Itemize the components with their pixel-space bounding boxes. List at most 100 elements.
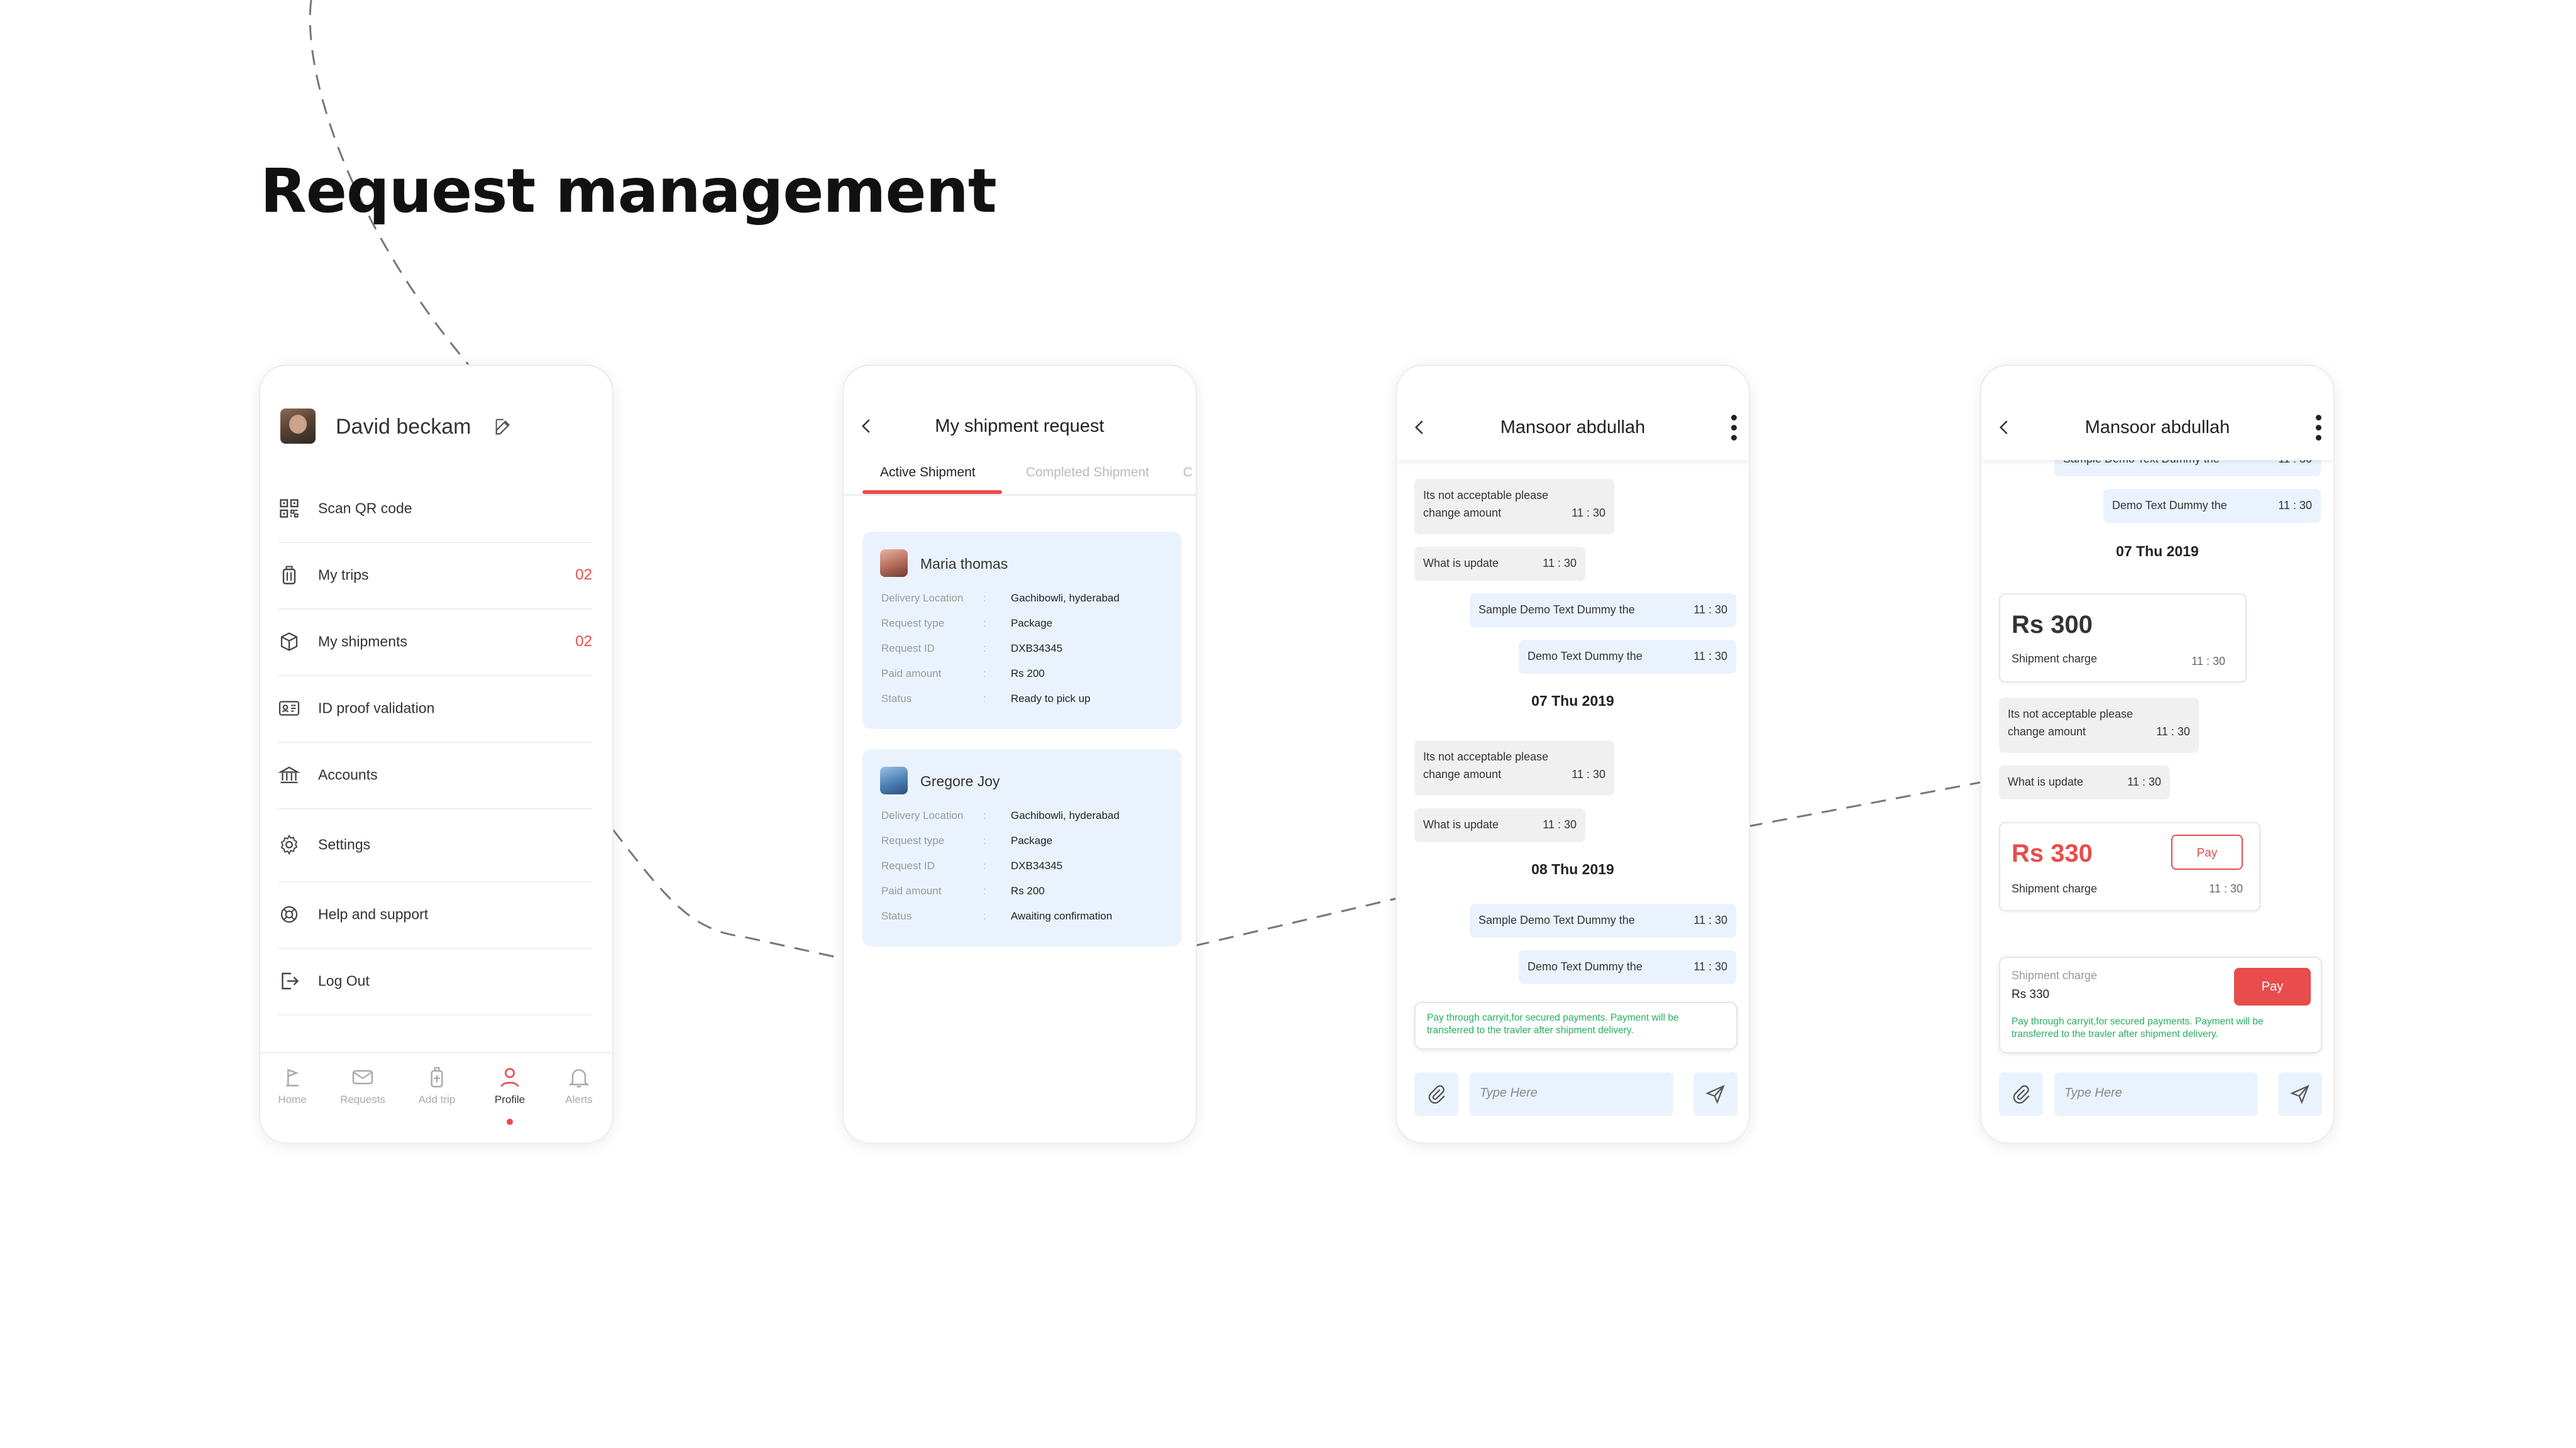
message-time: 11 : 30: [2209, 882, 2243, 895]
nav-add-trip[interactable]: Add trip: [409, 1065, 465, 1106]
menu-label: Help and support: [318, 906, 429, 923]
avatar[interactable]: [280, 409, 316, 444]
menu-item-my-shipments[interactable]: My shipments 02: [278, 608, 592, 676]
profile-screen: David beckam Scan QR code My trips 02 My…: [259, 365, 614, 1144]
more-options-icon[interactable]: [1731, 415, 1737, 442]
date-separator: 07 Thu 2019: [2116, 543, 2199, 559]
menu-item-help[interactable]: Help and support: [278, 881, 592, 949]
gear-icon: [280, 834, 298, 855]
chat-payment-screen: Mansoor abdullah Sample Demo Text Dummy …: [1980, 365, 2335, 1144]
message-input-row: Type Here: [1981, 1072, 2333, 1116]
more-options-icon[interactable]: [2316, 415, 2322, 442]
send-button[interactable]: [2278, 1072, 2322, 1116]
message-bubble-outgoing: Demo Text Dummy the 11 : 30: [1519, 950, 1736, 984]
paperclip-icon: [1428, 1085, 1445, 1104]
pay-button-outline[interactable]: Pay: [2171, 835, 2243, 870]
message-bubble-outgoing: Sample Demo Text Dummy the 11 : 30: [1470, 593, 1736, 627]
shipment-charge-card: Rs 300 Shipment charge 11 : 30: [1999, 593, 2247, 683]
send-button[interactable]: [1693, 1072, 1737, 1116]
menu-item-scan-qr[interactable]: Scan QR code: [278, 475, 592, 543]
date-separator: 07 Thu 2019: [1531, 693, 1614, 709]
menu-label: ID proof validation: [318, 699, 435, 716]
nav-home[interactable]: Home: [264, 1065, 321, 1106]
paperclip-icon: [2013, 1085, 2030, 1104]
message-input[interactable]: Type Here: [2054, 1072, 2258, 1116]
nav-label: Alerts: [565, 1094, 593, 1105]
home-icon: [286, 1068, 299, 1087]
page-title: Request management: [260, 156, 997, 226]
message-input[interactable]: Type Here: [1470, 1072, 1673, 1116]
date-separator: 08 Thu 2019: [1531, 861, 1614, 877]
charge-amount: Rs 330: [2012, 840, 2093, 867]
menu-item-my-trips[interactable]: My trips 02: [278, 542, 592, 610]
chat-header: Mansoor abdullah: [1397, 366, 1749, 460]
pay-bar-amount: Rs 330: [2012, 988, 2050, 1001]
trip-count-badge: 02: [575, 566, 592, 583]
message-time: 11 : 30: [2191, 655, 2225, 667]
bank-icon: [278, 766, 300, 784]
shipment-count-badge: 02: [575, 633, 592, 650]
chat-contact-name: Mansoor abdullah: [1500, 417, 1646, 437]
nav-label: Home: [278, 1094, 307, 1105]
qr-code-icon: [280, 499, 299, 518]
payment-info-note: Pay through carryit,for secured payments…: [1414, 1002, 1737, 1050]
shipments-screen: My shipment request Active Shipment Comp…: [842, 365, 1197, 1144]
pay-bar-label: Shipment charge: [2012, 969, 2098, 982]
menu-item-settings[interactable]: Settings: [278, 808, 592, 882]
charge-label: Shipment charge: [2012, 652, 2098, 665]
send-icon: [2290, 1085, 2309, 1104]
edit-icon[interactable]: [493, 416, 514, 437]
shipment-tabs: Active Shipment Completed Shipment C: [844, 454, 1196, 496]
menu-item-logout[interactable]: Log Out: [278, 948, 592, 1016]
attach-button[interactable]: [1414, 1072, 1458, 1116]
message-bubble-outgoing: Demo Text Dummy the 11 : 30: [1519, 640, 1736, 674]
charge-label: Shipment charge: [2012, 882, 2098, 895]
message-bubble-incoming: Its not acceptable please change amount …: [1414, 740, 1614, 796]
nav-label: Requests: [340, 1094, 385, 1105]
menu-item-accounts[interactable]: Accounts: [278, 742, 592, 809]
message-bubble-outgoing: Demo Text Dummy the 11 : 30: [2103, 489, 2321, 523]
menu-label: Log Out: [318, 972, 370, 989]
nav-label: Add trip: [418, 1094, 456, 1105]
pay-button[interactable]: Pay: [2234, 968, 2311, 1006]
message-bubble-incoming: Its not acceptable please change amount …: [1414, 479, 1614, 534]
menu-item-id-proof[interactable]: ID proof validation: [278, 675, 592, 743]
nav-profile[interactable]: Profile: [482, 1065, 538, 1125]
message-bubble-incoming: What is update 11 : 30: [1999, 765, 2170, 799]
menu-label: My trips: [318, 566, 369, 583]
nav-requests[interactable]: Requests: [334, 1065, 391, 1106]
requests-icon: [352, 1070, 373, 1085]
shipment-card[interactable]: Maria thomas Delivery Location: Gachibowl…: [862, 532, 1182, 729]
attach-button[interactable]: [1999, 1072, 2043, 1116]
logout-icon: [282, 972, 299, 990]
counter-offer-card: Rs 330 Pay Shipment charge 11 : 30: [1999, 822, 2260, 911]
active-indicator: [507, 1119, 513, 1125]
profile-name: David beckam: [336, 415, 471, 439]
send-icon: [1705, 1085, 1725, 1104]
message-bubble-incoming: What is update 11 : 30: [1414, 808, 1585, 842]
luggage-icon: [282, 566, 296, 584]
message-input-row: Type Here: [1397, 1072, 1749, 1116]
sender-name: Maria thomas: [920, 556, 1008, 572]
avatar: [880, 549, 908, 577]
message-bubble-incoming: Its not acceptable please change amount …: [1999, 698, 2199, 753]
screen-title: My shipment request: [935, 416, 1104, 436]
message-bubble-outgoing: Sample Demo Text Dummy the 11 : 30: [1470, 904, 1736, 938]
payment-bar: Shipment charge Rs 330 Pay Pay through c…: [1999, 957, 2322, 1053]
menu-label: Scan QR code: [318, 500, 412, 517]
tab-cancelled-shipment[interactable]: C: [1183, 465, 1192, 480]
payment-info-note: Pay through carryit,for secured payments…: [2012, 1016, 2264, 1039]
nav-label: Profile: [494, 1094, 526, 1105]
tab-active-shipment[interactable]: Active Shipment: [880, 465, 976, 480]
menu-label: Settings: [318, 836, 371, 853]
bell-icon: [568, 1069, 590, 1088]
profile-icon: [500, 1068, 519, 1087]
nav-alerts[interactable]: Alerts: [551, 1065, 607, 1106]
sender-name: Gregore Joy: [920, 773, 1000, 789]
tab-completed-shipment[interactable]: Completed Shipment: [1026, 465, 1149, 480]
charge-amount: Rs 300: [2012, 611, 2093, 639]
message-bubble-incoming: What is update 11 : 30: [1414, 547, 1585, 581]
support-icon: [280, 906, 298, 923]
id-card-icon: [278, 701, 300, 716]
shipment-card[interactable]: Gregore Joy Delivery Location: Gachibowli…: [862, 749, 1182, 946]
